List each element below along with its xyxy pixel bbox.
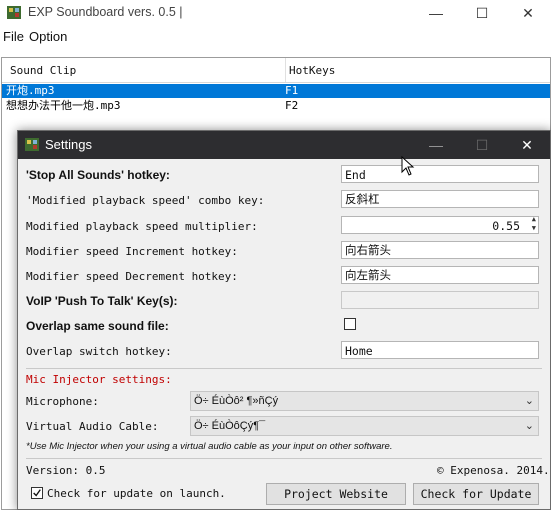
settings-dialog: Settings — ☐ ✕ 'Stop All Sounds' hotkey:… — [17, 130, 551, 510]
check-update-on-launch-checkbox[interactable] — [31, 487, 43, 499]
overlap-switch-field[interactable]: Home — [341, 341, 539, 359]
maximize-button[interactable]: ☐ — [459, 0, 505, 26]
dec-hotkey-label: Modifier speed Decrement hotkey: — [26, 270, 238, 283]
mic-injector-title: Mic Injector settings: — [26, 373, 172, 386]
menu-bar: File Option — [0, 27, 551, 47]
column-header-hotkeys[interactable]: HotKeys — [289, 64, 335, 77]
inc-hotkey-label: Modifier speed Increment hotkey: — [26, 245, 238, 258]
table-cell-hotkey: F2 — [285, 99, 299, 112]
overlap-switch-label: Overlap switch hotkey: — [26, 345, 172, 358]
voip-label: VoIP 'Push To Talk' Key(s): — [26, 294, 178, 308]
table-header: Sound Clip HotKeys — [2, 58, 550, 83]
menu-option[interactable]: Option — [29, 29, 67, 44]
spinner-arrows-icon[interactable]: ▲ ▼ — [532, 217, 536, 233]
menu-file[interactable]: File — [3, 29, 24, 44]
virtual-cable-select[interactable]: Ö÷ ÉùÒôÇý¶¯ ⌄ — [190, 416, 539, 436]
chevron-down-icon: ⌄ — [524, 420, 534, 432]
overlap-label: Overlap same sound file: — [26, 319, 169, 333]
soundboard-app-icon — [7, 6, 21, 19]
copyright-label: © Expenosa. 2014. — [437, 464, 550, 477]
overlap-checkbox[interactable] — [344, 318, 356, 330]
virtual-cable-value: Ö÷ ÉùÒôÇý¶¯ — [194, 420, 266, 432]
minimize-button[interactable]: — — [413, 0, 459, 26]
project-website-button[interactable]: Project Website — [266, 483, 406, 505]
dec-hotkey-field[interactable]: 向左箭头 — [341, 266, 539, 284]
settings-app-icon — [25, 138, 39, 151]
modified-combo-label: 'Modified playback speed' combo key: — [26, 194, 265, 207]
settings-titlebar[interactable]: Settings — ☐ ✕ — [18, 131, 550, 159]
stop-all-hotkey-field[interactable]: End — [341, 165, 539, 183]
table-cell-clip: 想想办法干他一炮.mp3 — [6, 99, 121, 112]
settings-title: Settings — [45, 137, 92, 152]
section-divider — [26, 458, 542, 459]
multiplier-value: 0.55 — [492, 219, 520, 233]
modified-combo-field[interactable]: 反斜杠 — [341, 190, 539, 208]
column-divider[interactable] — [285, 58, 286, 82]
table-row[interactable]: 想想办法干他一炮.mp3 F2 — [2, 99, 550, 113]
settings-minimize-button[interactable]: — — [413, 131, 459, 159]
mic-injector-note: *Use Mic Injector when your using a virt… — [26, 441, 393, 452]
virtual-cable-label: Virtual Audio Cable: — [26, 420, 159, 433]
window-title: EXP Soundboard vers. 0.5 | — [28, 5, 183, 19]
version-label: Version: 0.5 — [26, 464, 106, 477]
column-header-sound-clip[interactable]: Sound Clip — [10, 64, 76, 77]
chevron-down-icon: ⌄ — [524, 395, 534, 407]
table-cell-hotkey: F1 — [285, 84, 299, 97]
mouse-cursor-icon — [401, 156, 415, 176]
main-titlebar: EXP Soundboard vers. 0.5 | — ☐ ✕ — [0, 0, 551, 26]
settings-close-button[interactable]: ✕ — [504, 131, 550, 159]
settings-maximize-button[interactable]: ☐ — [459, 131, 505, 159]
microphone-value: Ö÷ ÉùÒô² ¶»ñÇý — [194, 395, 279, 407]
section-divider — [26, 368, 542, 369]
table-row[interactable]: 开炮.mp3 F1 — [2, 84, 550, 98]
stop-all-label: 'Stop All Sounds' hotkey: — [26, 168, 170, 182]
voip-key-field[interactable] — [341, 291, 539, 309]
inc-hotkey-field[interactable]: 向右箭头 — [341, 241, 539, 259]
multiplier-spinner[interactable]: 0.55 ▲ ▼ — [341, 216, 539, 234]
check-for-update-button[interactable]: Check for Update — [413, 483, 539, 505]
check-update-on-launch-label[interactable]: Check for update on launch. — [47, 487, 226, 500]
microphone-label: Microphone: — [26, 395, 99, 408]
microphone-select[interactable]: Ö÷ ÉùÒô² ¶»ñÇý ⌄ — [190, 391, 539, 411]
close-button[interactable]: ✕ — [505, 0, 551, 26]
table-cell-clip: 开炮.mp3 — [6, 84, 55, 97]
checkmark-icon — [33, 489, 41, 497]
multiplier-label: Modified playback speed multiplier: — [26, 220, 258, 233]
